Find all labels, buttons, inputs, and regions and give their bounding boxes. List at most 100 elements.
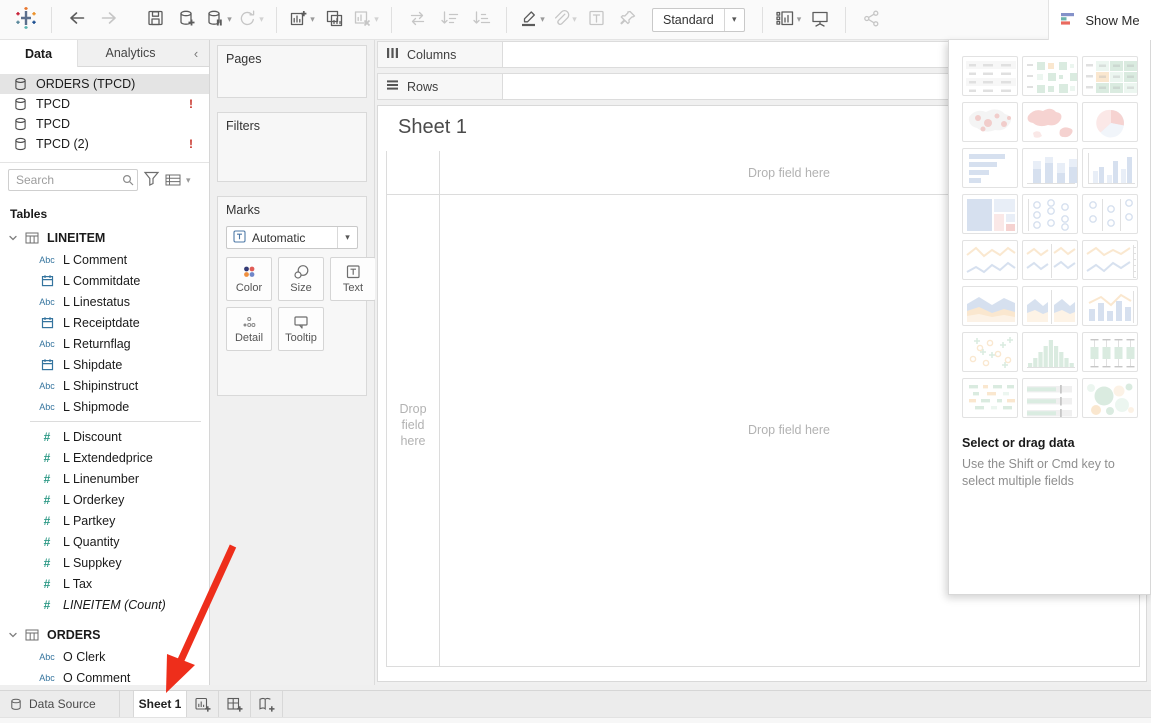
filter-fields-icon[interactable] <box>143 171 160 189</box>
date-field-icon <box>34 358 60 371</box>
attach-button[interactable]: ▾ <box>551 5 577 35</box>
scatter-plot-thumbnail[interactable] <box>962 332 1018 372</box>
tab-analytics[interactable]: Analytics <box>78 40 183 67</box>
field-item[interactable]: AbcL Linestatus <box>0 291 209 312</box>
field-item[interactable]: #L Discount <box>0 426 209 447</box>
swap-rows-columns-icon <box>408 9 427 30</box>
table-header-orders[interactable]: ORDERS <box>0 624 209 646</box>
dual-lines-thumbnail[interactable] <box>1082 240 1138 280</box>
field-item[interactable]: #L Tax <box>0 573 209 594</box>
color-button[interactable]: Color <box>226 257 272 301</box>
datasource-item[interactable]: TPCD (2)! <box>0 134 209 154</box>
size-button[interactable]: Size <box>278 257 324 301</box>
sort-descending-button[interactable] <box>468 5 494 35</box>
side-by-side-bars-thumbnail[interactable] <box>1082 148 1138 188</box>
continuous-lines-thumbnail[interactable] <box>962 240 1018 280</box>
swap-rows-columns-button[interactable] <box>404 5 430 35</box>
drop-zone-rows[interactable]: Drop field here <box>387 401 439 449</box>
field-item[interactable]: #L Partkey <box>0 510 209 531</box>
detail-button[interactable]: Detail <box>226 307 272 351</box>
collapse-pane-button[interactable]: ‹ <box>183 40 209 67</box>
toolbar-separator <box>51 7 52 33</box>
pin-button[interactable] <box>615 5 641 35</box>
mark-type-dropdown[interactable]: Automatic ▾ <box>226 226 358 249</box>
run-auto-updates-button[interactable]: ▾ <box>238 5 264 35</box>
text-label-button[interactable] <box>583 5 609 35</box>
field-item[interactable]: #L Orderkey <box>0 489 209 510</box>
search-input[interactable] <box>8 169 138 191</box>
field-item[interactable]: #L Quantity <box>0 531 209 552</box>
highlight-table-thumbnail[interactable] <box>1082 56 1138 96</box>
bullet-graph-thumbnail[interactable] <box>1022 378 1078 418</box>
tab-data[interactable]: Data <box>0 40 78 67</box>
table-header-lineitem[interactable]: LINEITEM <box>0 227 209 249</box>
redo-button[interactable] <box>96 5 122 35</box>
heat-map-thumbnail[interactable] <box>1022 56 1078 96</box>
field-item[interactable]: AbcL Shipmode <box>0 396 209 417</box>
field-item[interactable]: L Shipdate <box>0 354 209 375</box>
pause-auto-updates-button[interactable]: ▾ <box>206 5 232 35</box>
new-story-button[interactable] <box>251 691 283 717</box>
side-by-side-circles-thumbnail[interactable] <box>1082 194 1138 234</box>
field-item[interactable]: L Commitdate <box>0 270 209 291</box>
continuous-area-thumbnail[interactable] <box>962 286 1018 326</box>
share-icon <box>862 9 881 30</box>
fit-dropdown[interactable]: Standard▾ <box>652 8 745 32</box>
sort-ascending-button[interactable] <box>436 5 462 35</box>
show-me-hint-title: Select or drag data <box>962 436 1132 450</box>
filters-shelf[interactable]: Filters <box>217 112 367 182</box>
box-and-whisker-thumbnail[interactable] <box>1082 332 1138 372</box>
text-table-thumbnail[interactable] <box>962 56 1018 96</box>
pie-chart-thumbnail[interactable] <box>1082 102 1138 142</box>
pause-auto-updates-icon <box>206 9 225 30</box>
horizontal-bars-thumbnail[interactable] <box>962 148 1018 188</box>
discrete-area-thumbnail[interactable] <box>1022 286 1078 326</box>
duplicate-sheet-button[interactable] <box>321 5 347 35</box>
field-item[interactable]: AbcO Comment <box>0 667 209 685</box>
sheet-tab-active[interactable]: Sheet 1 <box>133 691 187 717</box>
field-item[interactable]: #L Suppkey <box>0 552 209 573</box>
undo-button[interactable] <box>64 5 90 35</box>
show-me-hint: Select or drag data Use the Shift or Cmd… <box>962 436 1150 490</box>
marks-title: Marks <box>226 203 260 217</box>
filled-map-thumbnail[interactable] <box>1022 102 1078 142</box>
packed-bubbles-thumbnail[interactable] <box>1082 378 1138 418</box>
share-button[interactable] <box>858 5 884 35</box>
view-options-icon[interactable]: ▾ <box>165 174 191 186</box>
pages-shelf[interactable]: Pages <box>217 45 367 98</box>
circle-views-thumbnail[interactable] <box>1022 194 1078 234</box>
field-item[interactable]: AbcL Shipinstruct <box>0 375 209 396</box>
gantt-thumbnail[interactable] <box>962 378 1018 418</box>
discrete-lines-thumbnail[interactable] <box>1022 240 1078 280</box>
new-worksheet-button[interactable]: ▾ <box>289 5 315 35</box>
field-item[interactable]: L Receiptdate <box>0 312 209 333</box>
datasource-item[interactable]: ORDERS (TPCD) <box>0 74 209 94</box>
tooltip-button[interactable]: Tooltip <box>278 307 324 351</box>
presentation-mode-button[interactable] <box>807 5 833 35</box>
text-mark-icon <box>233 230 246 246</box>
field-item[interactable]: AbcL Returnflag <box>0 333 209 354</box>
field-item[interactable]: #L Linenumber <box>0 468 209 489</box>
stacked-bars-thumbnail[interactable] <box>1022 148 1078 188</box>
show-me-button[interactable]: Show Me <box>1048 0 1151 40</box>
field-item[interactable]: #L Extendedprice <box>0 447 209 468</box>
text-button[interactable]: Text <box>330 257 376 301</box>
highlight-button[interactable]: ▾ <box>519 5 545 35</box>
new-worksheet-button[interactable] <box>187 691 219 717</box>
field-item[interactable]: AbcO Clerk <box>0 646 209 667</box>
datasource-item[interactable]: TPCD <box>0 114 209 134</box>
field-item[interactable]: AbcL Comment <box>0 249 209 270</box>
clear-sheet-button[interactable]: ▾ <box>353 5 379 35</box>
new-data-source-button[interactable] <box>174 5 200 35</box>
histogram-thumbnail[interactable] <box>1022 332 1078 372</box>
duplicate-sheet-icon <box>325 9 344 30</box>
treemap-thumbnail[interactable] <box>962 194 1018 234</box>
show-hide-cards-button[interactable]: ▾ <box>775 5 802 35</box>
save-button[interactable] <box>142 5 168 35</box>
field-item[interactable]: #LINEITEM (Count) <box>0 594 209 615</box>
dual-combination-thumbnail[interactable] <box>1082 286 1138 326</box>
new-dashboard-button[interactable] <box>219 691 251 717</box>
symbol-map-thumbnail[interactable] <box>962 102 1018 142</box>
datasource-item[interactable]: TPCD! <box>0 94 209 114</box>
data-source-tab[interactable]: Data Source <box>0 691 120 717</box>
